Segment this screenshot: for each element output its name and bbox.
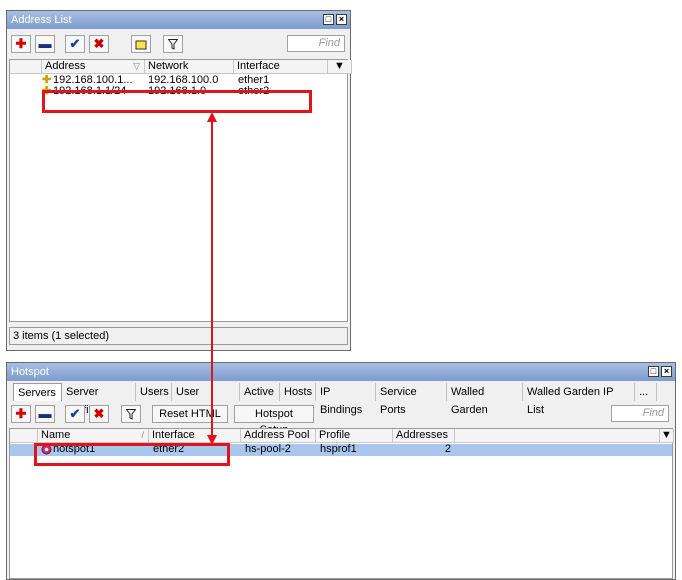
connector-arrow [207, 112, 217, 445]
